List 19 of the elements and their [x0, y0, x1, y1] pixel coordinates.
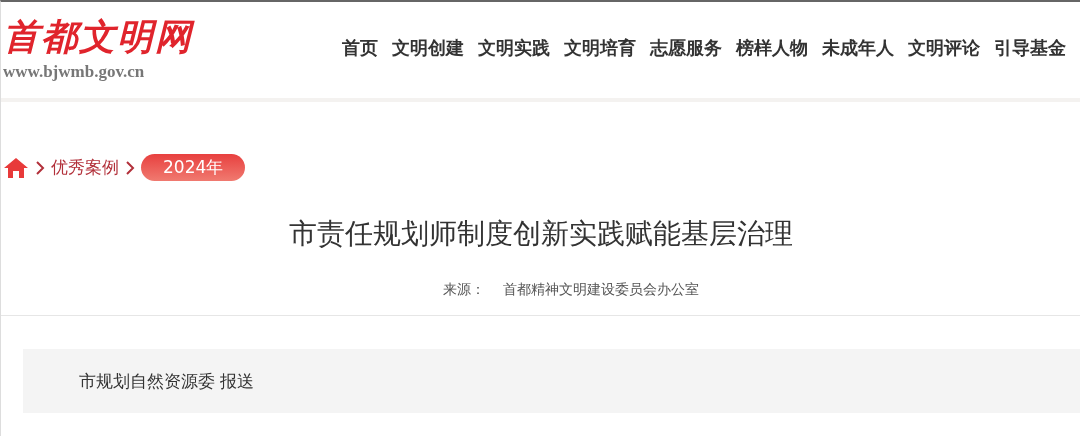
nav-link[interactable]: 志愿服务	[650, 36, 722, 60]
nav-link[interactable]: 文明评论	[908, 36, 980, 60]
source-text: 首都精神文明建设委员会办公室	[502, 281, 699, 299]
nav-link[interactable]: 榜样人物	[736, 36, 808, 60]
breadcrumb-link[interactable]: 优秀案例	[51, 156, 119, 179]
logo-url: www.bjwmb.gov.cn	[3, 61, 146, 82]
chevron-icon	[125, 160, 135, 175]
nav-link[interactable]: 文明实践	[478, 36, 550, 60]
home-icon[interactable]	[3, 156, 29, 179]
nav-link[interactable]: 文明创建	[392, 36, 464, 60]
chevron-icon	[35, 160, 45, 175]
nav-link[interactable]: 首页	[342, 36, 378, 60]
nav-link[interactable]: 引导基金	[994, 36, 1066, 60]
logo-title[interactable]: 首都文明网	[3, 18, 193, 58]
source-label: 来源：	[442, 281, 485, 299]
article-title: 市责任规划师制度创新实践赋能基层治理	[287, 216, 794, 252]
nav-link[interactable]: 未成年人	[822, 36, 894, 60]
summary-text: 市规划自然资源委 报送	[23, 349, 1080, 413]
nav-link[interactable]: 文明培育	[564, 36, 636, 60]
